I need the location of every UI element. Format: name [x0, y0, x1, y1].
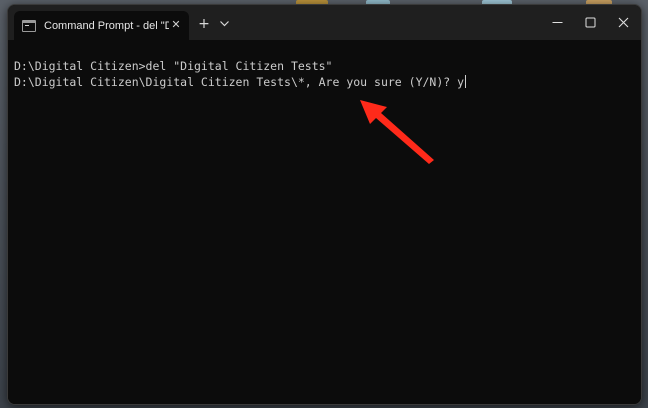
maximize-button[interactable]: [574, 5, 607, 40]
maximize-icon: [585, 17, 596, 28]
red-arrow-icon: [360, 100, 434, 164]
terminal-line-prompt: D:\Digital Citizen\Digital Citizen Tests…: [14, 74, 641, 90]
terminal-line-prompt-text: D:\Digital Citizen\Digital Citizen Tests…: [14, 75, 465, 89]
terminal-window: Command Prompt - del "Digi ✕ + D:\Digita…: [7, 4, 642, 405]
text-cursor: [465, 75, 467, 88]
terminal-line-command: D:\Digital Citizen>del "Digital Citizen …: [14, 59, 333, 73]
close-window-button[interactable]: [607, 5, 640, 40]
close-tab-icon[interactable]: ✕: [169, 18, 183, 32]
minimize-button[interactable]: [541, 5, 574, 40]
terminal-output[interactable]: D:\Digital Citizen>del "Digital Citizen …: [8, 40, 641, 404]
terminal-icon: [22, 19, 36, 32]
close-icon: [618, 17, 629, 28]
tab-command-prompt[interactable]: Command Prompt - del "Digi ✕: [14, 11, 189, 40]
new-tab-button[interactable]: +: [195, 15, 213, 33]
minimize-icon: [552, 22, 563, 23]
title-bar[interactable]: Command Prompt - del "Digi ✕ +: [8, 5, 641, 40]
desktop: Command Prompt - del "Digi ✕ + D:\Digita…: [0, 0, 648, 408]
chevron-down-icon[interactable]: [216, 15, 232, 33]
tab-title: Command Prompt - del "Digi: [44, 19, 169, 32]
